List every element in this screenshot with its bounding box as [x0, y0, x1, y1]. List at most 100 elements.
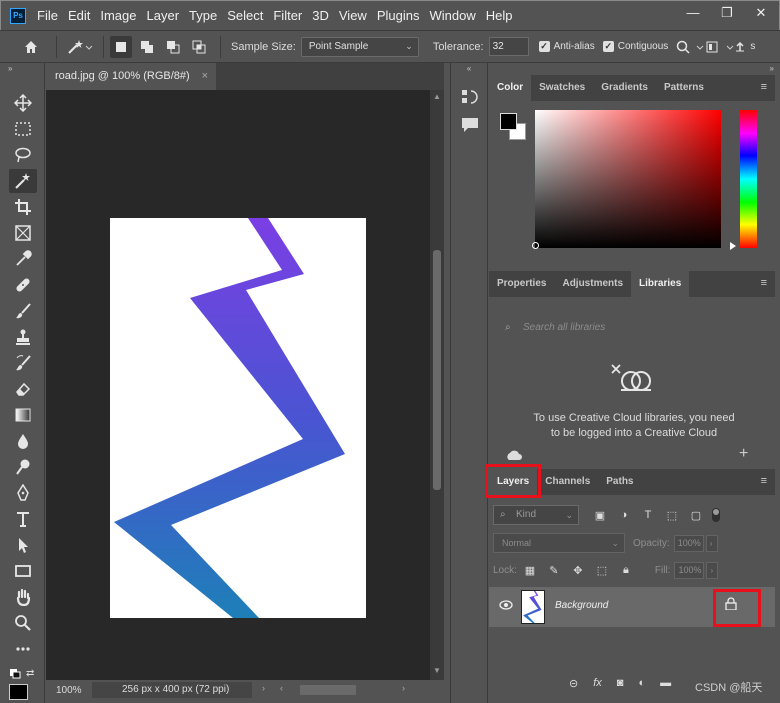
- pixel-filter-icon[interactable]: ▣: [593, 508, 607, 522]
- share-icon[interactable]: [724, 36, 750, 58]
- eyedropper-tool-icon[interactable]: [9, 247, 37, 271]
- tab-channels[interactable]: Channels: [537, 469, 598, 495]
- tab-adjustments[interactable]: Adjustments: [554, 271, 631, 297]
- history-brush-tool-icon[interactable]: [9, 351, 37, 375]
- menu-view[interactable]: View: [334, 1, 372, 31]
- default-colors-icon[interactable]: [10, 669, 21, 679]
- foreground-color-swatch[interactable]: [9, 684, 28, 700]
- adjustment-filter-icon[interactable]: ◑: [617, 508, 631, 522]
- lock-image-icon[interactable]: ✎: [547, 564, 561, 578]
- blur-tool-icon[interactable]: [9, 429, 37, 453]
- filter-toggle[interactable]: [712, 508, 720, 522]
- contiguous-checkbox[interactable]: ✓: [602, 41, 614, 52]
- add-mask-icon[interactable]: ◙: [617, 677, 624, 690]
- home-icon[interactable]: [20, 36, 42, 58]
- add-library-icon[interactable]: +: [739, 445, 748, 463]
- search-icon[interactable]: [672, 36, 694, 58]
- tab-swatches[interactable]: Swatches: [531, 75, 593, 101]
- layer-name[interactable]: Background: [555, 600, 608, 611]
- swap-colors-icon[interactable]: ⇄: [26, 668, 34, 679]
- path-selection-tool-icon[interactable]: [9, 533, 37, 557]
- close-button[interactable]: ✕: [751, 5, 771, 21]
- document-tab[interactable]: road.jpg @ 100% (RGB/8#) ×: [46, 63, 216, 90]
- menu-filter[interactable]: Filter: [268, 1, 307, 31]
- scroll-left-icon[interactable]: ‹: [280, 683, 283, 693]
- smart-object-filter-icon[interactable]: ▢: [689, 508, 703, 522]
- lasso-tool-icon[interactable]: [9, 143, 37, 167]
- color-picker-field[interactable]: [535, 110, 721, 248]
- more-tools-icon[interactable]: [9, 637, 37, 661]
- lock-transparent-icon[interactable]: ▦: [523, 564, 537, 578]
- blend-mode-dropdown[interactable]: Normal ⌄: [493, 533, 625, 553]
- scrollbar-thumb[interactable]: [300, 685, 356, 695]
- new-selection-icon[interactable]: [110, 35, 132, 58]
- lock-position-icon[interactable]: ✥: [571, 564, 585, 578]
- menu-help[interactable]: Help: [481, 1, 518, 31]
- menu-3d[interactable]: 3D: [307, 1, 334, 31]
- menu-select[interactable]: Select: [222, 1, 268, 31]
- menu-window[interactable]: Window: [424, 1, 480, 31]
- magic-wand-tool-icon[interactable]: [9, 169, 37, 193]
- crop-tool-icon[interactable]: [9, 195, 37, 219]
- scroll-right-icon[interactable]: ›: [402, 683, 405, 693]
- document-canvas[interactable]: [110, 218, 366, 618]
- menu-type[interactable]: Type: [184, 1, 222, 31]
- hand-tool-icon[interactable]: [9, 585, 37, 609]
- hue-slider-handle[interactable]: [730, 242, 736, 250]
- type-filter-icon[interactable]: T: [641, 508, 655, 522]
- brush-tool-icon[interactable]: [9, 299, 37, 323]
- color-picker-marker[interactable]: [532, 242, 539, 249]
- menu-image[interactable]: Image: [95, 1, 141, 31]
- lock-artboard-icon[interactable]: ⬚: [595, 564, 609, 578]
- scroll-down-icon[interactable]: ▼: [433, 666, 441, 675]
- foreground-color-swatch[interactable]: [500, 113, 517, 130]
- tab-libraries[interactable]: Libraries: [631, 271, 690, 297]
- hue-slider[interactable]: [740, 110, 757, 248]
- fill-input[interactable]: 100%: [674, 562, 705, 579]
- fx-icon[interactable]: fx: [593, 677, 602, 690]
- lock-all-icon[interactable]: 🔒︎: [619, 564, 633, 578]
- shape-filter-icon[interactable]: ⬚: [665, 508, 679, 522]
- panel-menu-icon[interactable]: ≡: [761, 81, 767, 93]
- type-tool-icon[interactable]: [9, 507, 37, 531]
- anti-alias-checkbox[interactable]: ✓: [538, 41, 550, 52]
- collapse-toolbar-icon[interactable]: »: [0, 63, 44, 75]
- gradient-tool-icon[interactable]: [9, 403, 37, 427]
- workspace-icon[interactable]: [694, 36, 724, 58]
- close-tab-icon[interactable]: ×: [202, 63, 208, 90]
- comments-panel-icon[interactable]: [461, 117, 479, 136]
- opacity-dropdown[interactable]: ›: [705, 534, 718, 552]
- frame-tool-icon[interactable]: [9, 221, 37, 245]
- panel-menu-icon[interactable]: ≡: [761, 277, 767, 289]
- pen-tool-icon[interactable]: [9, 481, 37, 505]
- scrollbar-thumb[interactable]: [433, 250, 441, 490]
- new-group-icon[interactable]: ▬: [660, 677, 671, 690]
- panel-menu-icon[interactable]: ≡: [761, 475, 767, 487]
- rectangle-tool-icon[interactable]: [9, 559, 37, 583]
- add-to-selection-icon[interactable]: [136, 36, 158, 58]
- minimize-button[interactable]: —: [683, 5, 703, 21]
- menu-plugins[interactable]: Plugins: [372, 1, 425, 31]
- tolerance-input[interactable]: 32: [488, 37, 529, 56]
- move-tool-icon[interactable]: [9, 91, 37, 115]
- visibility-eye-icon[interactable]: [499, 599, 513, 613]
- cloud-icon[interactable]: [505, 449, 523, 461]
- menu-edit[interactable]: Edit: [63, 1, 95, 31]
- fill-dropdown[interactable]: ›: [706, 562, 719, 579]
- zoom-tool-icon[interactable]: [9, 611, 37, 635]
- collapse-strip-icon[interactable]: «: [451, 63, 487, 75]
- dodge-tool-icon[interactable]: [9, 455, 37, 479]
- chevron-right-icon[interactable]: ›: [262, 683, 265, 693]
- healing-brush-tool-icon[interactable]: [9, 273, 37, 297]
- clone-stamp-tool-icon[interactable]: [9, 325, 37, 349]
- library-search-input[interactable]: ⌕ Search all libraries: [493, 315, 776, 341]
- tab-properties[interactable]: Properties: [489, 271, 554, 297]
- eraser-tool-icon[interactable]: [9, 377, 37, 401]
- intersect-selection-icon[interactable]: [188, 36, 210, 58]
- tool-preset-picker[interactable]: [63, 36, 97, 58]
- tab-gradients[interactable]: Gradients: [593, 75, 656, 101]
- sample-size-dropdown[interactable]: Point Sample ⌄: [300, 36, 419, 57]
- layer-kind-filter[interactable]: ⌕ Kind ⌄: [493, 505, 579, 525]
- menu-file[interactable]: File: [32, 1, 63, 31]
- maximize-button[interactable]: ❐: [717, 5, 737, 21]
